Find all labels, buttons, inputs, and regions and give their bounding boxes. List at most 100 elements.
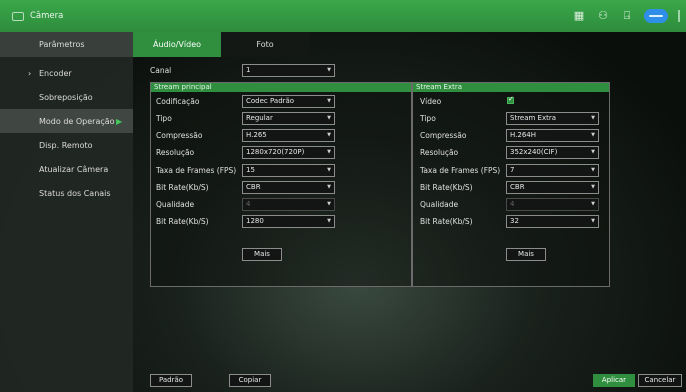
main-resolucao-label: Resolução <box>156 148 195 157</box>
extra-compressao-select[interactable]: H.264H ▼ <box>506 129 599 142</box>
close-icon[interactable] <box>678 10 680 22</box>
main-qualidade-label: Qualidade <box>156 200 195 209</box>
exit-icon[interactable]: ⍈ <box>620 10 634 22</box>
main-more-button[interactable]: Mais <box>242 248 282 261</box>
extra-qualidade-select: 4 ▼ <box>506 198 599 211</box>
extra-fps-label: Taxa de Frames (FPS) <box>420 166 501 175</box>
chevron-down-icon: ▼ <box>591 184 595 190</box>
extra-bitrate-type-select[interactable]: CBR ▼ <box>506 181 599 194</box>
main-tipo-select[interactable]: Regular ▼ <box>242 112 335 125</box>
apply-button[interactable]: Aplicar <box>593 374 635 387</box>
extra-bitrate-label: Bit Rate(Kb/S) <box>420 217 473 226</box>
sidebar-item-label: Status dos Canais <box>39 188 111 198</box>
camera-icon <box>12 11 24 21</box>
main-bitrate-select[interactable]: 1280 ▼ <box>242 215 335 228</box>
sidebar-item-disp-remoto[interactable]: Disp. Remoto <box>0 133 133 157</box>
main-qualidade-select: 4 ▼ <box>242 198 335 211</box>
sidebar-item-encoder[interactable]: › Encoder <box>0 61 133 85</box>
tab-foto[interactable]: Foto <box>221 32 309 57</box>
select-value: 32 <box>510 217 519 225</box>
select-value: Stream Extra <box>510 114 557 122</box>
cancel-button[interactable]: Cancelar <box>638 374 682 387</box>
sidebar-item-label: Atualizar Câmera <box>39 164 109 174</box>
chevron-down-icon: ▼ <box>591 167 595 173</box>
select-value: 15 <box>246 166 255 174</box>
extra-resolucao-select[interactable]: 352x240(CIF) ▼ <box>506 146 599 159</box>
extra-qualidade-label: Qualidade <box>420 200 459 209</box>
extra-compressao-label: Compressão <box>420 131 467 140</box>
select-value: 352x240(CIF) <box>510 148 558 156</box>
title-bar: Câmera ▦ ⚇ ⍈ <box>0 0 686 32</box>
canal-select[interactable]: 1 ▼ <box>242 64 335 77</box>
users-icon[interactable]: ⚇ <box>596 10 610 22</box>
main-resolucao-select[interactable]: 1280x720(720P) ▼ <box>242 146 335 159</box>
main-bitrate-type-label: Bit Rate(Kb/S) <box>156 183 209 192</box>
sidebar-item-modo-operacao[interactable]: Modo de Operação ▶ <box>0 109 133 133</box>
chevron-down-icon: ▼ <box>591 132 595 138</box>
extra-more-button[interactable]: Mais <box>506 248 546 261</box>
main-stream-title: Stream principal <box>151 83 411 92</box>
select-value: CBR <box>510 183 525 191</box>
sidebar-item-status-canais[interactable]: Status dos Canais <box>0 181 133 205</box>
extra-tipo-select[interactable]: Stream Extra ▼ <box>506 112 599 125</box>
main-tipo-label: Tipo <box>156 114 172 123</box>
select-value: 7 <box>510 166 515 174</box>
main-fps-label: Taxa de Frames (FPS) <box>156 166 237 175</box>
chevron-down-icon: ▼ <box>327 201 331 207</box>
extra-video-label: Vídeo <box>420 97 442 106</box>
sidebar-item-label: Parâmetros <box>39 40 85 49</box>
extra-bitrate-type-label: Bit Rate(Kb/S) <box>420 183 473 192</box>
tab-label: Foto <box>256 40 274 49</box>
chevron-down-icon: ▼ <box>591 218 595 224</box>
extra-stream-title: Stream Extra <box>413 83 609 92</box>
camera-settings-window: Câmera ▦ ⚇ ⍈ Parâmetros › Encoder Sobrep… <box>0 0 686 392</box>
main-codificacao-select[interactable]: Codec Padrão ▼ <box>242 95 335 108</box>
calendar-icon[interactable]: ▦ <box>572 10 586 22</box>
cloud-icon[interactable] <box>644 9 668 23</box>
main-compressao-label: Compressão <box>156 131 203 140</box>
main-fps-select[interactable]: 15 ▼ <box>242 164 335 177</box>
main-compressao-select[interactable]: H.265 ▼ <box>242 129 335 142</box>
select-value: H.264H <box>510 131 536 139</box>
select-value: CBR <box>246 183 261 191</box>
canal-label: Canal <box>150 66 172 75</box>
sidebar-item-label: Modo de Operação <box>39 116 115 126</box>
select-value: Regular <box>246 114 273 122</box>
sidebar-item-label: Sobreposição <box>39 92 93 102</box>
canal-value: 1 <box>246 66 251 74</box>
tab-label: Áudio/Vídeo <box>152 40 202 49</box>
default-button[interactable]: Padrão <box>150 374 192 387</box>
extra-video-checkbox[interactable] <box>507 95 514 104</box>
select-value: 4 <box>246 200 251 208</box>
main-bitrate-type-select[interactable]: CBR ▼ <box>242 181 335 194</box>
chevron-down-icon: ▼ <box>591 201 595 207</box>
sidebar-item-label: Disp. Remoto <box>39 140 93 150</box>
extra-fps-select[interactable]: 7 ▼ <box>506 164 599 177</box>
chevron-down-icon: ▼ <box>327 167 331 173</box>
sidebar-item-sobreposicao[interactable]: Sobreposição <box>0 85 133 109</box>
main-codificacao-label: Codificação <box>156 97 200 106</box>
sidebar-item-atualizar-camera[interactable]: Atualizar Câmera <box>0 157 133 181</box>
main-bitrate-label: Bit Rate(Kb/S) <box>156 217 209 226</box>
chevron-down-icon: ▼ <box>327 184 331 190</box>
sidebar: Parâmetros › Encoder Sobreposição Modo d… <box>0 32 133 392</box>
chevron-right-icon: › <box>28 68 32 78</box>
extra-bitrate-select[interactable]: 32 ▼ <box>506 215 599 228</box>
chevron-down-icon: ▼ <box>327 98 331 104</box>
tab-audio-video[interactable]: Áudio/Vídeo <box>133 32 221 57</box>
tab-bar: Áudio/Vídeo Foto <box>133 32 309 57</box>
title-tools: ▦ ⚇ ⍈ <box>572 0 680 32</box>
chevron-down-icon: ▼ <box>327 115 331 121</box>
chevron-down-icon: ▼ <box>327 149 331 155</box>
copy-button[interactable]: Copiar <box>229 374 271 387</box>
extra-resolucao-label: Resolução <box>420 148 459 157</box>
sidebar-item-parametros[interactable]: Parâmetros <box>0 32 133 57</box>
sidebar-item-label: Encoder <box>39 68 72 78</box>
select-value: 1280 <box>246 217 264 225</box>
chevron-down-icon: ▼ <box>327 67 331 73</box>
select-value: 1280x720(720P) <box>246 148 305 156</box>
chevron-down-icon: ▼ <box>327 132 331 138</box>
play-icon: ▶ <box>116 116 123 126</box>
chevron-down-icon: ▼ <box>591 149 595 155</box>
window-title: Câmera <box>30 11 64 21</box>
